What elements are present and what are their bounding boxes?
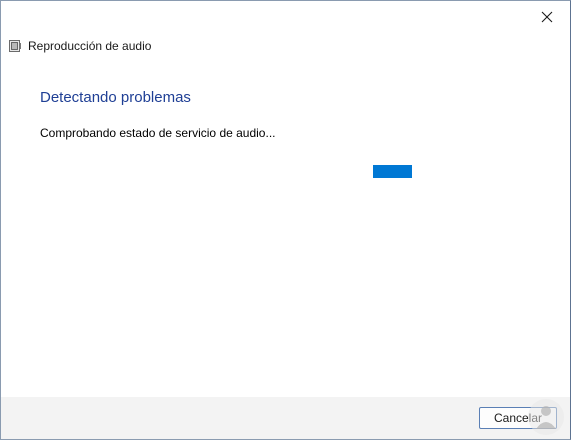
- window-header: Reproducción de audio: [8, 38, 151, 54]
- page-heading: Detectando problemas: [40, 89, 191, 106]
- close-icon: [541, 11, 553, 22]
- close-button[interactable]: [524, 1, 570, 32]
- status-text: Comprobando estado de servicio de audio.…: [40, 126, 276, 140]
- cancel-button[interactable]: Cancelar: [479, 407, 557, 429]
- progress-bar: [131, 165, 443, 178]
- troubleshooter-window: Reproducción de audio Detectando problem…: [0, 0, 571, 440]
- footer-bar: Cancelar: [1, 397, 570, 439]
- audio-troubleshooter-icon: [8, 39, 22, 53]
- window-title: Reproducción de audio: [28, 39, 152, 53]
- progress-indicator: [373, 165, 412, 178]
